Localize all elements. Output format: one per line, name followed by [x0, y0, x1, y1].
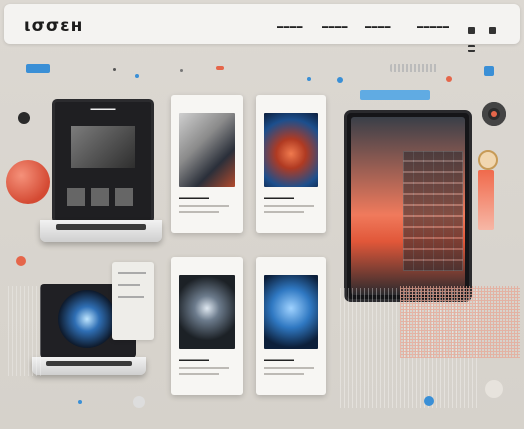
card-text-line — [179, 373, 219, 375]
speaker-icon — [482, 102, 506, 126]
accent-dot — [113, 68, 116, 71]
square-icon[interactable] — [489, 27, 497, 34]
laptop-keyboard — [46, 361, 132, 366]
laptop-screen-label: ▬▬▬▬▬ — [90, 106, 116, 112]
content-card[interactable]: ▬▬▬▬▬▬ — [171, 95, 243, 233]
accent-dot — [180, 69, 183, 72]
card-text-line — [179, 205, 229, 207]
laptop-base — [40, 220, 162, 242]
card-text-line — [179, 211, 219, 213]
accent-dot — [16, 256, 26, 266]
orb-icon — [6, 160, 50, 204]
card-text-line — [264, 205, 314, 207]
content-card[interactable]: ▬▬▬▬▬▬ — [256, 95, 326, 233]
laptop-keyboard — [56, 224, 146, 230]
accent-chip — [26, 64, 50, 73]
speaker-core — [491, 111, 497, 117]
tablet-mockup — [344, 110, 472, 302]
laptop-screen-panels — [67, 188, 139, 206]
card-image — [179, 113, 235, 187]
accent-dot — [446, 76, 452, 82]
content-card[interactable]: ▬▬▬▬▬▬ — [256, 257, 326, 395]
accent-dot — [307, 77, 311, 81]
laptop-base — [32, 357, 146, 375]
card-title: ▬▬▬▬▬▬ — [179, 357, 209, 363]
card-image — [264, 113, 318, 187]
menu-icon[interactable] — [468, 45, 475, 52]
square-icon[interactable] — [468, 27, 475, 34]
card-text-line — [264, 373, 304, 375]
card-title: ▬▬▬▬▬▬ — [179, 195, 209, 201]
accent-chip — [478, 170, 494, 230]
globe-graphic — [58, 290, 116, 348]
nav-link-1[interactable]: ▬▬▬▬ — [277, 24, 303, 30]
laptop-screen: ▬▬▬▬▬ — [52, 99, 154, 223]
card-image — [179, 275, 235, 349]
accent-chip — [390, 64, 438, 72]
nav-link-4[interactable]: ▬▬▬▬▬ — [417, 24, 450, 30]
accent-chip — [216, 66, 224, 70]
accent-dot — [135, 74, 139, 78]
card-text-line — [264, 211, 304, 213]
card-image — [264, 275, 318, 349]
laptop-screen-image — [71, 126, 135, 168]
panel-line — [118, 272, 146, 274]
accent-dot — [78, 400, 82, 404]
accent-dot — [133, 396, 145, 408]
dither-pattern — [400, 286, 520, 358]
panel-line — [118, 284, 140, 286]
top-navbar: ισσεн ▬▬▬▬ ▬▬▬▬ ▬▬▬▬ ▬▬▬▬▬ — [4, 4, 520, 52]
card-title: ▬▬▬▬▬▬ — [264, 357, 294, 363]
accent-chip — [360, 90, 430, 100]
accent-chip — [478, 150, 498, 170]
side-panel — [112, 262, 154, 340]
nav-link-3[interactable]: ▬▬▬▬ — [365, 24, 391, 30]
accent-dot — [485, 380, 503, 398]
card-title: ▬▬▬▬▬▬ — [264, 195, 294, 201]
page-canvas: ισσεн ▬▬▬▬ ▬▬▬▬ ▬▬▬▬ ▬▬▬▬▬ ▬▬▬▬▬ ▬▬▬▬▬▬ … — [0, 0, 524, 429]
nav-icon-group — [468, 21, 520, 57]
nav-link-2[interactable]: ▬▬▬▬ — [322, 24, 348, 30]
accent-dot — [484, 66, 494, 76]
accent-dot — [18, 112, 30, 124]
glitch-lines — [8, 286, 44, 376]
content-card[interactable]: ▬▬▬▬▬▬ — [171, 257, 243, 395]
panel-line — [118, 296, 144, 298]
tablet-tiles — [403, 151, 463, 271]
brand-logo[interactable]: ισσεн — [24, 16, 83, 36]
card-text-line — [179, 367, 229, 369]
accent-dot — [424, 396, 434, 406]
card-text-line — [264, 367, 314, 369]
accent-dot — [337, 77, 343, 83]
